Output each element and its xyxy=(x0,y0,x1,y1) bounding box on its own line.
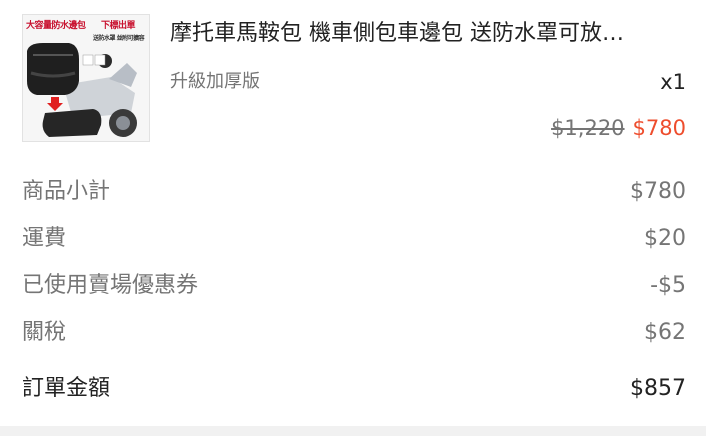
tax-value: $62 xyxy=(644,320,686,345)
subtotal-value: $780 xyxy=(630,179,686,204)
order-total-value: $857 xyxy=(630,376,686,401)
product-title[interactable]: 摩托車馬鞍包 機車側包車邊包 送防水罩可放… xyxy=(170,20,686,48)
product-thumbnail[interactable]: 大容量防水邊包 下標出單 送防水罩 並附可擴容 xyxy=(22,14,150,142)
tax-label: 關稅 xyxy=(22,320,67,345)
thumbnail-caption-right: 下標出單 xyxy=(101,21,136,31)
thumbnail-caption-sub: 送防水罩 並附可擴容 xyxy=(93,35,145,42)
thumbnail-caption-left: 大容量防水邊包 xyxy=(26,21,86,31)
voucher-label: 已使用賣場優惠券 xyxy=(22,273,199,298)
product-price: $1,220 $780 xyxy=(551,114,686,142)
final-price: $780 xyxy=(632,116,686,140)
voucher-value: -$5 xyxy=(650,273,686,298)
tax-row: 關稅 $62 xyxy=(22,313,686,360)
order-summary: 商品小計 $780 運費 $20 已使用賣場優惠券 -$5 關稅 $62 訂單金… xyxy=(22,172,686,416)
shipping-label: 運費 xyxy=(22,226,67,251)
subtotal-row: 商品小計 $780 xyxy=(22,172,686,219)
shipping-value: $20 xyxy=(644,226,686,251)
order-total-label: 訂單金額 xyxy=(22,376,111,401)
order-total-row: 訂單金額 $857 xyxy=(22,369,686,416)
original-price: $1,220 xyxy=(551,116,625,140)
order-item[interactable]: 大容量防水邊包 下標出單 送防水罩 並附可擴容 摩托車馬鞍包 機車側包車邊包 送… xyxy=(22,14,686,144)
product-variant: 升級加厚版 xyxy=(170,71,260,92)
subtotal-label: 商品小計 xyxy=(22,179,111,204)
product-quantity: x1 xyxy=(660,70,686,94)
voucher-row: 已使用賣場優惠券 -$5 xyxy=(22,266,686,313)
section-divider xyxy=(0,426,706,436)
shipping-row: 運費 $20 xyxy=(22,219,686,266)
